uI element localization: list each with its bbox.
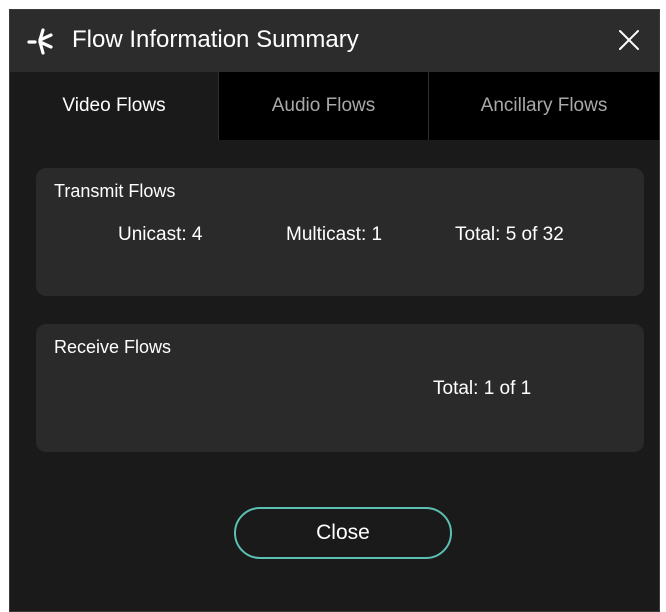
dialog-title: Flow Information Summary xyxy=(72,26,359,53)
flow-info-dialog: Flow Information Summary Video Flows Aud… xyxy=(9,9,660,612)
tab-video-flows[interactable]: Video Flows xyxy=(10,72,218,140)
tab-ancillary-flows[interactable]: Ancillary Flows xyxy=(429,72,659,140)
receive-flows-panel: Receive Flows Total: 1 of 1 xyxy=(36,324,644,452)
receive-flows-heading: Receive Flows xyxy=(54,337,172,357)
unicast-count: Unicast: 4 xyxy=(118,224,203,245)
receive-total: Total: 1 of 1 xyxy=(433,378,532,399)
transmit-flows-heading: Transmit Flows xyxy=(54,181,176,201)
tab-audio-flows[interactable]: Audio Flows xyxy=(219,72,428,140)
multicast-count: Multicast: 1 xyxy=(286,224,383,245)
title-bar: Flow Information Summary xyxy=(10,10,659,72)
close-button[interactable]: Close xyxy=(234,507,452,559)
transmit-total: Total: 5 of 32 xyxy=(455,224,564,245)
star-burst-icon xyxy=(27,28,53,55)
tab-bar: Video Flows Audio Flows Ancillary Flows xyxy=(10,72,659,140)
close-icon[interactable] xyxy=(615,26,643,54)
transmit-flows-panel: Transmit Flows Unicast: 4 Multicast: 1 T… xyxy=(36,168,644,296)
